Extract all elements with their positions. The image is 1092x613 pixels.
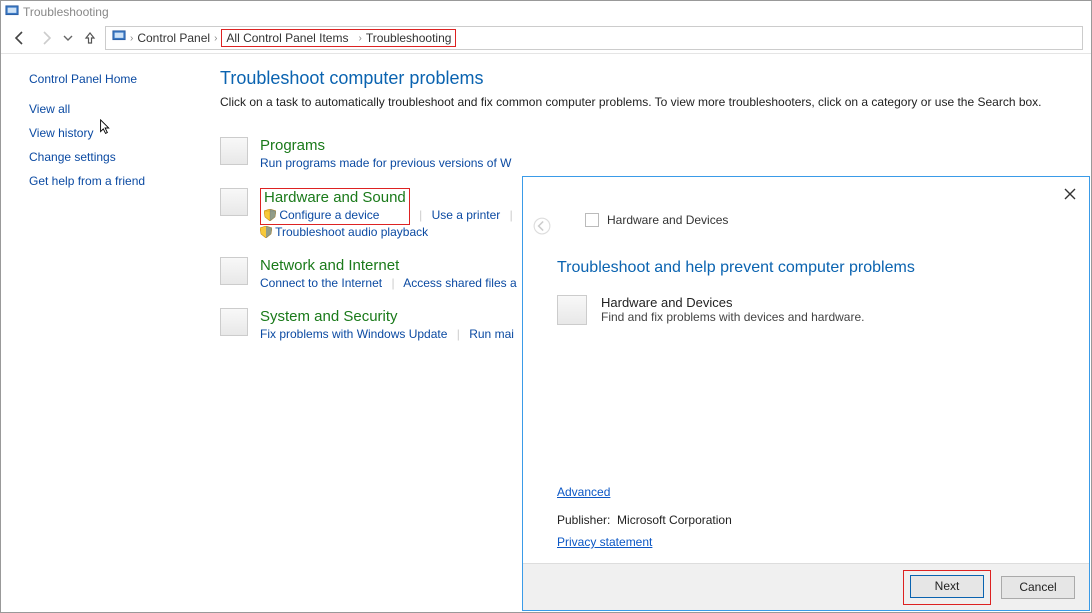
link-troubleshoot-audio[interactable]: Troubleshoot audio playback — [275, 225, 428, 239]
breadcrumb-root[interactable]: Control Panel — [137, 31, 210, 45]
breadcrumb-highlight: All Control Panel Items› Troubleshooting — [221, 29, 456, 47]
chevron-icon: › — [214, 33, 217, 44]
publisher-row: Publisher: Microsoft Corporation — [557, 513, 1055, 527]
sidebar-link-changesettings[interactable]: Change settings — [29, 150, 192, 164]
dialog-back-button — [533, 217, 551, 238]
breadcrumb-mid[interactable]: All Control Panel Items› — [226, 31, 361, 45]
network-icon — [220, 257, 248, 285]
dialog-crumb-icon — [585, 213, 599, 227]
sidebar-link-gethelp[interactable]: Get help from a friend — [29, 174, 192, 188]
page-heading: Troubleshoot computer problems — [220, 68, 1071, 89]
next-highlight: Next — [903, 570, 991, 605]
titlebar: Troubleshooting — [1, 1, 1091, 23]
nav-history-dropdown[interactable] — [61, 27, 75, 49]
cancel-button[interactable]: Cancel — [1001, 576, 1075, 599]
address-bar[interactable]: › Control Panel › All Control Panel Item… — [105, 26, 1083, 50]
dialog-item: Hardware and Devices Find and fix proble… — [557, 295, 1055, 325]
address-icon — [112, 30, 126, 47]
advanced-link[interactable]: Advanced — [557, 485, 1055, 499]
category-title[interactable]: System and Security — [260, 308, 514, 325]
link-run-programs[interactable]: Run programs made for previous versions … — [260, 156, 511, 170]
publisher-label: Publisher: — [557, 513, 610, 527]
dialog-item-desc: Find and fix problems with devices and h… — [601, 310, 864, 324]
window-title: Troubleshooting — [23, 5, 109, 19]
privacy-link[interactable]: Privacy statement — [557, 535, 1055, 549]
link-run-mai[interactable]: Run mai — [469, 327, 514, 341]
link-connect-internet[interactable]: Connect to the Internet — [260, 276, 382, 290]
dialog-button-bar: Next Cancel — [523, 563, 1089, 610]
hardware-icon — [220, 188, 248, 216]
app-icon — [5, 5, 19, 19]
control-panel-window: Troubleshooting › Control Panel › All Co… — [0, 0, 1092, 613]
link-use-printer[interactable]: Use a printer — [432, 208, 501, 222]
nav-forward-button[interactable] — [35, 27, 57, 49]
navbar: › Control Panel › All Control Panel Item… — [1, 23, 1091, 53]
dialog-item-icon — [557, 295, 587, 325]
dialog-breadcrumb: Hardware and Devices — [585, 213, 1055, 227]
nav-back-button[interactable] — [9, 27, 31, 49]
dialog-item-title: Hardware and Devices — [601, 295, 864, 310]
category-title[interactable]: Hardware and Sound — [264, 189, 406, 206]
dialog-heading: Troubleshoot and help prevent computer p… — [557, 259, 1055, 277]
sidebar-link-viewall[interactable]: View all — [29, 102, 192, 116]
troubleshooter-dialog: Hardware and Devices Troubleshoot and he… — [522, 176, 1090, 611]
system-icon — [220, 308, 248, 336]
sidebar-home-link[interactable]: Control Panel Home — [29, 72, 192, 86]
page-subtitle: Click on a task to automatically trouble… — [220, 95, 1071, 109]
category-title[interactable]: Network and Internet — [260, 257, 517, 274]
link-access-shared[interactable]: Access shared files a — [403, 276, 516, 290]
category-title[interactable]: Programs — [260, 137, 511, 154]
dialog-crumb-text: Hardware and Devices — [607, 213, 728, 227]
next-button[interactable]: Next — [910, 575, 984, 598]
nav-up-button[interactable] — [79, 27, 101, 49]
category-programs: Programs Run programs made for previous … — [220, 137, 1071, 170]
link-fix-windows-update[interactable]: Fix problems with Windows Update — [260, 327, 447, 341]
publisher-value: Microsoft Corporation — [617, 513, 732, 527]
shield-icon — [264, 209, 276, 221]
programs-icon — [220, 137, 248, 165]
mouse-cursor — [99, 119, 113, 140]
shield-icon — [260, 226, 272, 238]
breadcrumb-leaf[interactable]: Troubleshooting — [366, 31, 452, 45]
chevron-icon: › — [130, 33, 133, 44]
link-configure-device[interactable]: Configure a device — [279, 208, 379, 222]
